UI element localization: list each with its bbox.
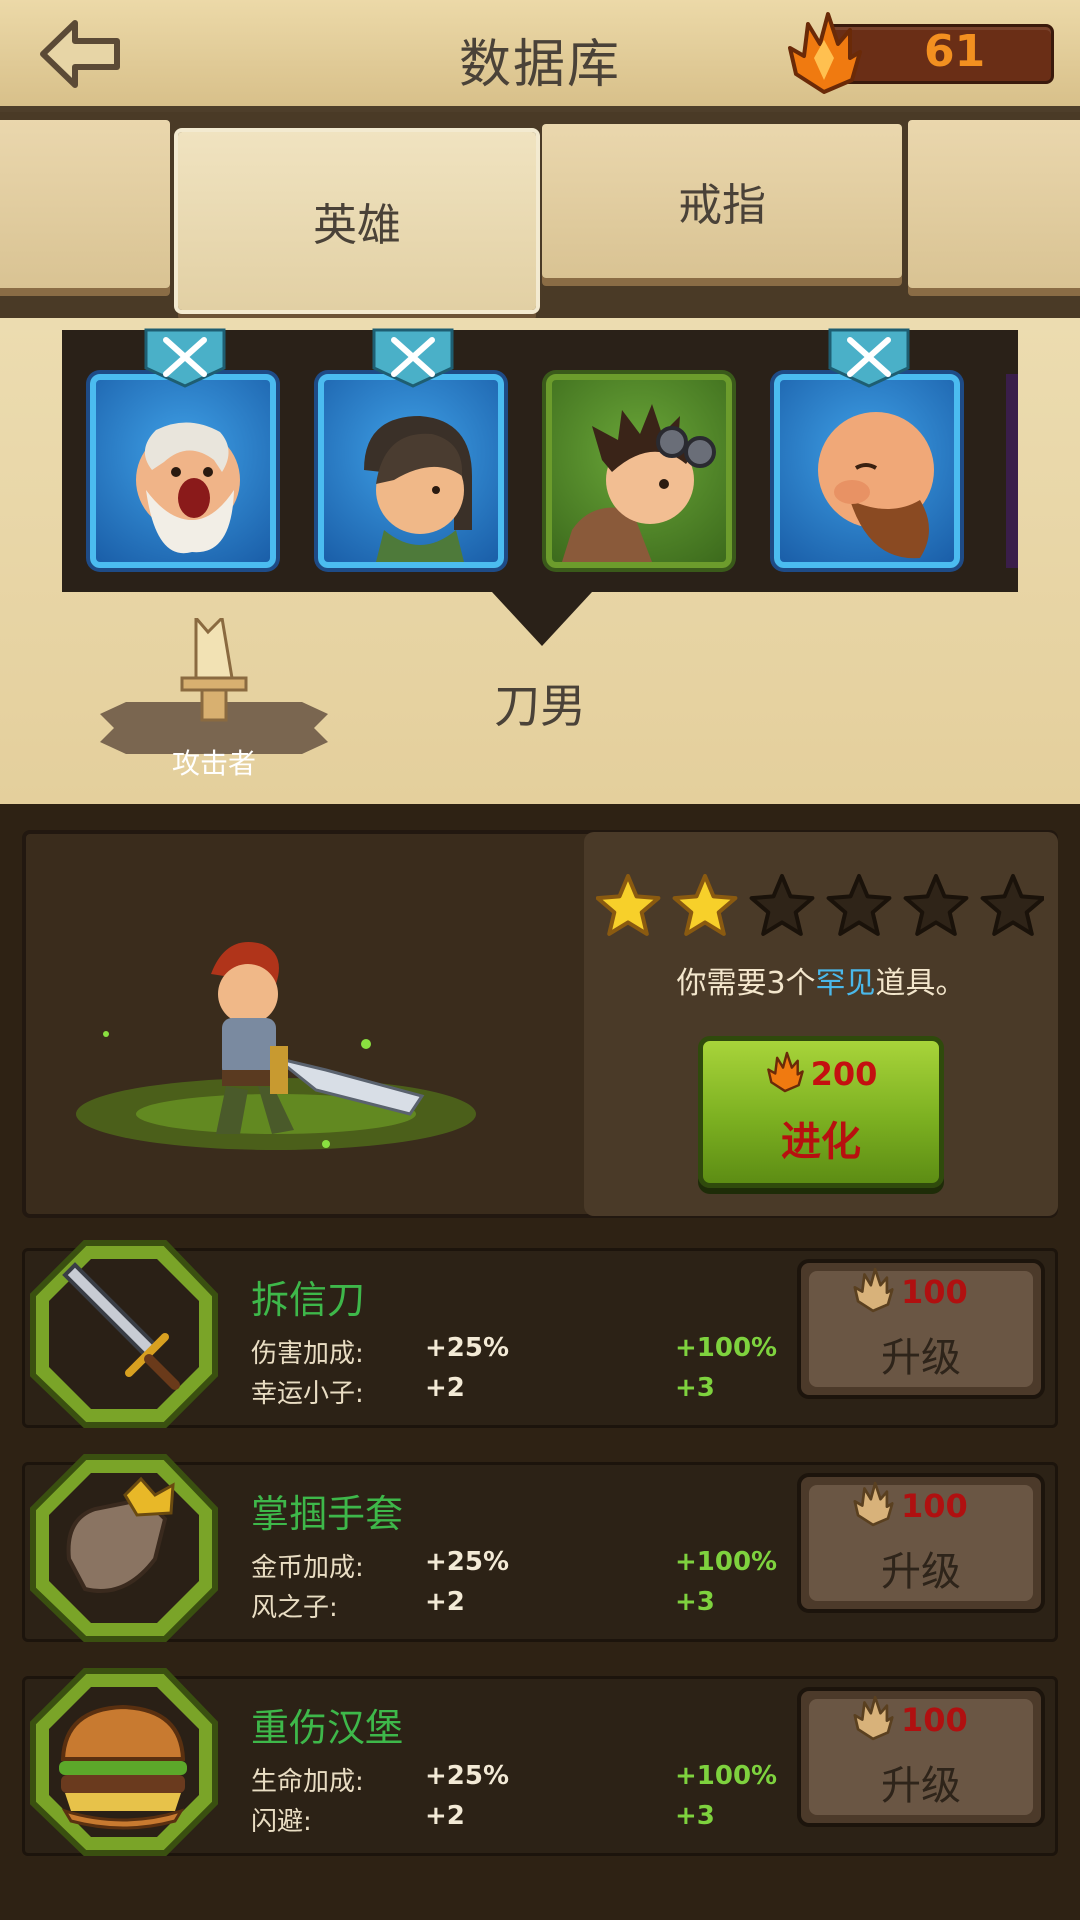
gem-counter[interactable]: 61 (784, 12, 1056, 94)
burger-icon (30, 1668, 218, 1856)
item-stat-value: +2 (425, 1373, 465, 1403)
selection-pointer (492, 592, 592, 646)
tab-rings[interactable]: 戒指 (542, 124, 902, 278)
item-name: 重伤汉堡 (251, 1706, 404, 1750)
item-stat-value: +25% (425, 1333, 510, 1363)
item-stat-label: 伤害加成: (251, 1339, 364, 1369)
requirement-rarity: 罕见 (815, 966, 876, 1001)
item-name: 拆信刀 (251, 1278, 366, 1322)
tab-label: 戒指 (678, 180, 766, 231)
tab-bar: 英雄 戒指 (0, 112, 1080, 318)
star-filled-icon (672, 874, 738, 936)
item-stat-max: +3 (675, 1801, 715, 1831)
sword-icon (30, 1240, 218, 1428)
tab-left-partial[interactable] (0, 120, 170, 288)
evolve-cost-value: 200 (810, 1055, 878, 1093)
hero-character-sprite (76, 942, 476, 1150)
item-row[interactable]: 拆信刀伤害加成: +25% +100% 幸运小子: +2 +3 100 升级 (22, 1240, 1058, 1428)
requirement-suffix: 道具。 (875, 966, 966, 1001)
evolve-label: 进化 (781, 1119, 861, 1165)
item-stat-label: 幸运小子: (251, 1379, 364, 1409)
item-name: 掌掴手套 (251, 1492, 404, 1536)
evolve-requirement: 你需要3个罕见道具。 (584, 958, 1058, 1002)
item-stat-max: +100% (675, 1333, 778, 1363)
evolve-button[interactable]: 200 进化 (698, 1036, 944, 1188)
hero-card-next-partial[interactable] (1006, 374, 1018, 568)
upgrade-label: 升级 (881, 1763, 961, 1809)
star-empty-icon (903, 874, 969, 936)
star-filled-icon (595, 874, 661, 936)
hero-card-old-man[interactable] (90, 374, 276, 568)
tab-label: 英雄 (313, 200, 401, 251)
hero-name: 刀男 (494, 679, 586, 733)
upgrade-cost: 100 (901, 1273, 968, 1311)
crystal-gem-icon (766, 1051, 804, 1093)
hero-card-girl[interactable] (318, 374, 504, 568)
hero-portrait-girl (364, 416, 472, 562)
item-stat-label: 金币加成: (251, 1553, 364, 1583)
gem-count: 61 (924, 26, 986, 77)
hero-card-bald-man[interactable] (774, 374, 960, 568)
upgrade-label: 升级 (881, 1549, 961, 1595)
item-stat-max: +100% (675, 1547, 778, 1577)
item-stat-label: 闪避: (251, 1807, 312, 1837)
hero-carousel[interactable] (62, 328, 1018, 592)
crystal-gem-icon (853, 1481, 894, 1527)
upgrade-cost: 100 (901, 1701, 968, 1739)
crystal-gem-icon (853, 1267, 894, 1313)
evolve-cost: 200 (703, 1051, 939, 1093)
item-stat-label: 生命加成: (251, 1767, 364, 1797)
crystal-gem-icon (853, 1695, 894, 1741)
hero-section: 攻击者 刀男 (0, 318, 1080, 804)
item-stat-max: +3 (675, 1587, 715, 1617)
upgrade-button[interactable]: 100 升级 (797, 1687, 1045, 1827)
item-stat-max: +100% (675, 1761, 778, 1791)
upgrade-button[interactable]: 100 升级 (797, 1259, 1045, 1399)
item-stat-label: 风之子: (251, 1593, 338, 1623)
tab-heroes[interactable]: 英雄 (178, 132, 536, 310)
item-row[interactable]: 掌掴手套金币加成: +25% +100% 风之子: +2 +3 100 升级 (22, 1454, 1058, 1642)
item-row[interactable]: 重伤汉堡生命加成: +25% +100% 闪避: +2 +3 100 升级 (22, 1668, 1058, 1856)
crossed-swords-badge-icon (144, 328, 226, 388)
crossed-swords-badge-icon (372, 328, 454, 388)
upgrade-label: 升级 (881, 1335, 961, 1381)
star-empty-icon (749, 874, 815, 936)
item-stat-value: +25% (425, 1761, 510, 1791)
requirement-prefix: 你需要3个 (676, 966, 816, 1001)
hero-portrait-knife-man (562, 404, 716, 562)
star-empty-icon (980, 874, 1046, 936)
star-empty-icon (826, 874, 892, 936)
upgrade-cost: 100 (901, 1487, 968, 1525)
crystal-gem-icon (788, 12, 862, 94)
role-label: 攻击者 (171, 747, 256, 780)
item-stat-value: +2 (425, 1587, 465, 1617)
hero-card-knife-man[interactable] (546, 374, 732, 568)
stars-row (595, 874, 1046, 936)
star-rating (595, 872, 1046, 946)
glove-icon (30, 1454, 218, 1642)
upgrade-button[interactable]: 100 升级 (797, 1473, 1045, 1613)
tab-right-partial[interactable] (908, 120, 1080, 288)
item-stat-max: +3 (675, 1373, 715, 1403)
top-bar: 数据库 61 (0, 0, 1080, 112)
item-stat-value: +2 (425, 1801, 465, 1831)
crossed-swords-badge-icon (828, 328, 910, 388)
item-stat-value: +25% (425, 1547, 510, 1577)
hero-portrait-old-man (136, 422, 240, 554)
hero-portrait-bald-man (818, 412, 934, 559)
